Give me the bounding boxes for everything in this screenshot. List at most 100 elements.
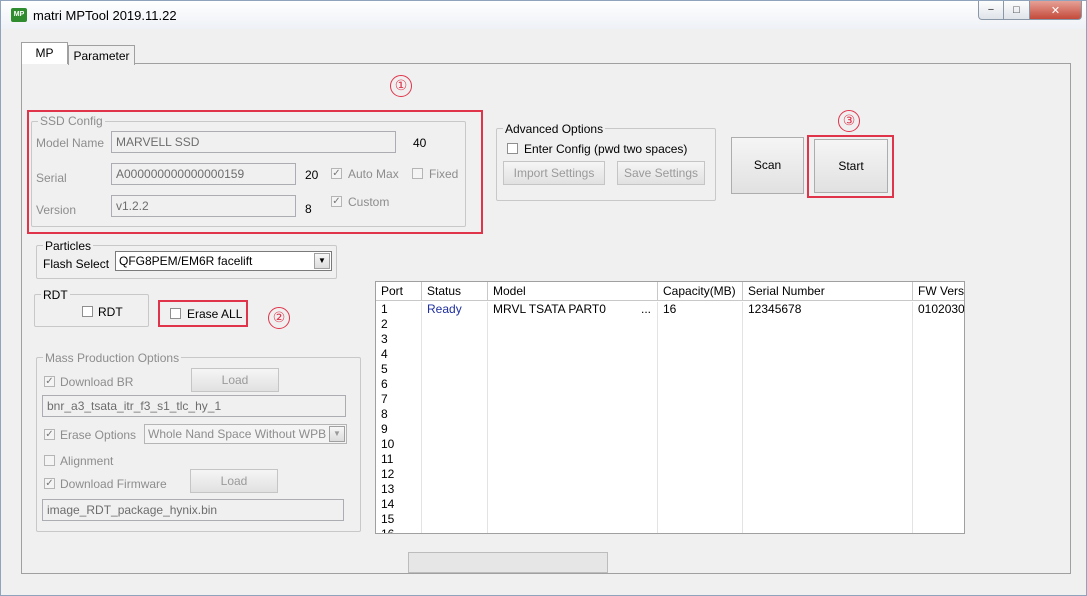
col-port[interactable]: Port [376, 282, 422, 301]
table-cell [913, 422, 964, 437]
table-cell [913, 482, 964, 497]
table-cell [658, 512, 743, 527]
start-button[interactable]: Start [814, 139, 888, 193]
col-serial-number[interactable]: Serial Number [743, 282, 913, 301]
tab-parameter[interactable]: Parameter [68, 45, 135, 65]
version-input[interactable]: v1.2.2 [111, 195, 296, 217]
table-cell [488, 467, 658, 482]
table-cell [658, 377, 743, 392]
br-path-input[interactable]: bnr_a3_tsata_itr_f3_s1_tlc_hy_1 [42, 395, 346, 417]
table-cell: 5 [376, 362, 422, 377]
table-cell [913, 332, 964, 347]
model-ellipsis: ... [640, 302, 651, 316]
tab-mp-label: MP [35, 46, 54, 60]
table-cell [913, 437, 964, 452]
table-cell [743, 512, 913, 527]
erase-options-label: Erase Options [60, 428, 137, 442]
table-row[interactable]: 6 [376, 377, 964, 392]
erase-all-checkbox[interactable] [170, 308, 181, 319]
table-cell [422, 317, 488, 332]
table-row[interactable]: 11 [376, 452, 964, 467]
particles-label: Particles [43, 239, 94, 253]
table-row[interactable]: 5 [376, 362, 964, 377]
table-row[interactable]: 1 Ready MRVL TSATA PART0... 16 12345678 01020… [376, 302, 964, 317]
app-logo-icon: MP [11, 8, 27, 22]
table-cell [913, 317, 964, 332]
maximize-button[interactable]: □ [1004, 1, 1030, 20]
erase-options-checkbox[interactable]: ✓ [44, 429, 55, 440]
table-cell [658, 437, 743, 452]
table-row[interactable]: 15 [376, 512, 964, 527]
table-row[interactable]: 14 [376, 497, 964, 512]
table-cell [913, 362, 964, 377]
table-row[interactable]: 4 [376, 347, 964, 362]
table-cell [743, 362, 913, 377]
window-title: matri MPTool 2019.11.22 [33, 8, 177, 23]
table-cell [488, 452, 658, 467]
annotation-2: ② [268, 307, 290, 329]
scan-button[interactable]: Scan [731, 137, 804, 194]
alignment-checkbox[interactable] [44, 455, 55, 466]
annotation-1: ① [390, 75, 412, 97]
fixed-checkbox[interactable] [412, 168, 423, 179]
erase-options-dropdown[interactable]: Whole Nand Space Without WPB ▼ [144, 424, 347, 444]
download-firmware-checkbox[interactable]: ✓ [44, 478, 55, 489]
custom-checkbox[interactable]: ✓ [331, 196, 342, 207]
table-cell [743, 317, 913, 332]
download-br-checkbox[interactable]: ✓ [44, 376, 55, 387]
model-text: MRVL TSATA PART0 [493, 302, 606, 316]
table-cell: 10 [376, 437, 422, 452]
table-cell [913, 467, 964, 482]
title-bar[interactable]: MP matri MPTool 2019.11.22 − □ ✕ [1, 1, 1086, 29]
serial-input[interactable]: A000000000000000159 [111, 163, 296, 185]
import-settings-button[interactable]: Import Settings [503, 161, 605, 185]
flash-select-dropdown[interactable]: QFG8PEM/EM6R facelift ▼ [115, 251, 332, 271]
download-br-label: Download BR [60, 375, 134, 389]
table-row[interactable]: 7 [376, 392, 964, 407]
col-model[interactable]: Model [488, 282, 658, 301]
minimize-button[interactable]: − [978, 1, 1004, 20]
table-cell: 12345678 [743, 302, 913, 317]
table-cell: 16 [376, 527, 422, 533]
table-row[interactable]: 13 [376, 482, 964, 497]
serial-length: 20 [305, 168, 319, 182]
table-cell [743, 482, 913, 497]
table-row[interactable]: 8 [376, 407, 964, 422]
table-row[interactable]: 12 [376, 467, 964, 482]
enter-config-checkbox[interactable] [507, 143, 518, 154]
table-cell [422, 347, 488, 362]
col-fw-version[interactable]: FW Vers [913, 282, 964, 301]
table-cell [658, 422, 743, 437]
flash-select-value: QFG8PEM/EM6R facelift [119, 254, 253, 268]
alignment-label: Alignment [60, 454, 114, 468]
table-cell [422, 497, 488, 512]
table-row[interactable]: 16 [376, 527, 964, 533]
table-cell: 15 [376, 512, 422, 527]
table-cell [913, 407, 964, 422]
window-controls: − □ ✕ [978, 1, 1082, 20]
load-firmware-button[interactable]: Load [190, 469, 278, 493]
model-name-input[interactable]: MARVELL SSD [111, 131, 396, 153]
table-cell [488, 482, 658, 497]
table-row[interactable]: 3 [376, 332, 964, 347]
progress-bar [408, 552, 608, 573]
table-row[interactable]: 2 [376, 317, 964, 332]
table-cell [743, 452, 913, 467]
table-cell [743, 332, 913, 347]
table-cell [488, 497, 658, 512]
save-settings-button[interactable]: Save Settings [617, 161, 705, 185]
device-grid[interactable]: Port Status Model Capacity(MB) Serial Nu… [375, 281, 965, 534]
load-br-button[interactable]: Load [191, 368, 279, 392]
table-row[interactable]: 9 [376, 422, 964, 437]
col-capacity[interactable]: Capacity(MB) [658, 282, 743, 301]
rdt-checkbox[interactable] [82, 306, 93, 317]
firmware-path-input[interactable]: image_RDT_package_hynix.bin [42, 499, 344, 521]
table-cell [913, 497, 964, 512]
table-cell [488, 407, 658, 422]
chevron-down-icon: ▼ [329, 426, 345, 442]
table-row[interactable]: 10 [376, 437, 964, 452]
close-button[interactable]: ✕ [1030, 1, 1082, 20]
auto-max-checkbox[interactable]: ✓ [331, 168, 342, 179]
tab-mp[interactable]: MP [21, 42, 68, 64]
col-status[interactable]: Status [422, 282, 488, 301]
